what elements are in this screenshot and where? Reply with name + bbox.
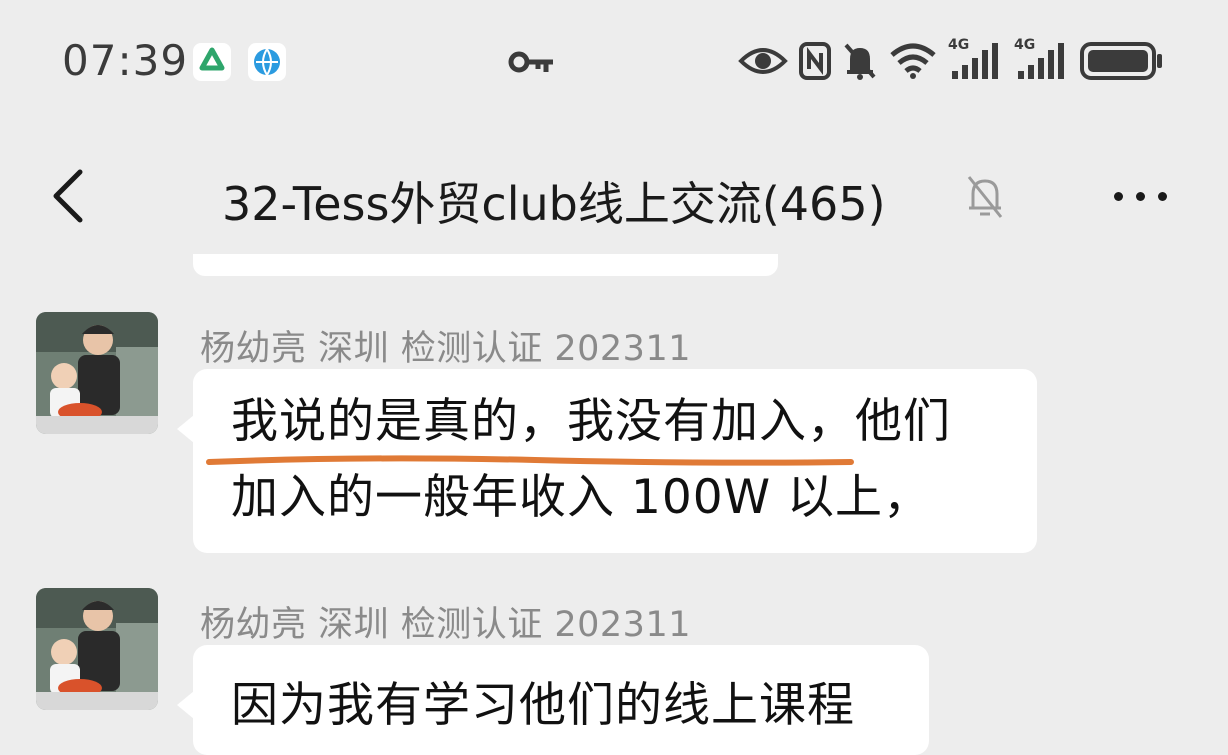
battery-icon [1080, 40, 1164, 82]
message-line: 我说的是真的，我没有加入，他们 [231, 394, 951, 449]
network-label: 4G [948, 37, 970, 53]
chat-title: 32-Tess外贸club线上交流(465) [222, 177, 886, 231]
message-bubble[interactable]: 因为我有学习他们的线上课程 [177, 645, 929, 755]
app-green-icon [193, 43, 231, 81]
message-line: 加入的一般年收入 100W 以上， [231, 470, 932, 525]
message-line: 因为我有学习他们的线上课程 [231, 678, 855, 733]
bell-off-icon [963, 172, 1007, 224]
status-bar: 07:39 4G 4G [0, 0, 1228, 125]
more-options-button[interactable] [1108, 182, 1174, 212]
highlight-underline [206, 455, 854, 466]
key-icon [508, 48, 556, 80]
status-time: 07:39 [62, 36, 189, 85]
eye-icon [738, 43, 788, 79]
signal-4g-icon: 4G [948, 37, 1004, 81]
avatar[interactable] [36, 312, 158, 434]
previous-message-bubble [193, 254, 778, 276]
nfc-icon [798, 41, 832, 81]
bell-off-icon [842, 41, 878, 81]
sender-name: 杨幼亮 深圳 检测认证 202311 [200, 329, 691, 369]
back-button[interactable] [44, 166, 100, 226]
signal-4g-icon: 4G [1014, 37, 1070, 81]
system-icons: 4G 4G [738, 37, 1164, 82]
wifi-icon [888, 41, 938, 81]
avatar[interactable] [36, 588, 158, 710]
chat-header: 32-Tess外贸club线上交流(465) [0, 130, 1228, 260]
app-blue-globe-icon [248, 43, 286, 81]
chevron-left-icon [53, 169, 83, 223]
network-label: 4G [1014, 37, 1036, 53]
sender-name: 杨幼亮 深圳 检测认证 202311 [200, 605, 691, 645]
